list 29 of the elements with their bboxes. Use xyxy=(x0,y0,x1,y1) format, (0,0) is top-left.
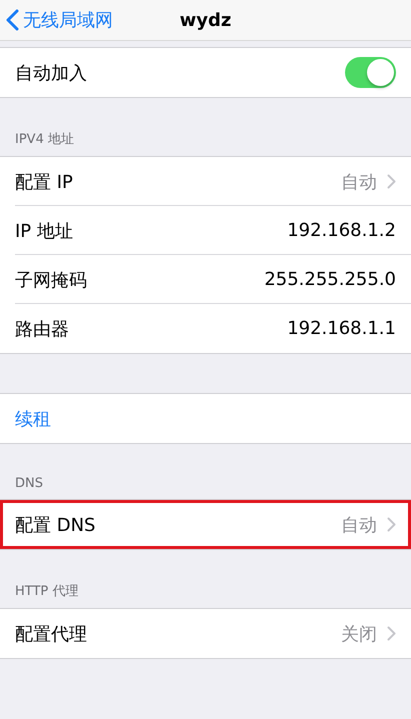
settings-row[interactable]: 配置代理 关闭 xyxy=(0,609,411,658)
row-value: 192.168.1.2 xyxy=(287,220,396,241)
settings-row[interactable]: 自动加入 xyxy=(0,48,411,97)
row-value: 自动 xyxy=(341,170,377,194)
row-value: 自动 xyxy=(341,514,377,536)
section-header: IPV4 地址 xyxy=(14,131,75,149)
section-header: HTTP 代理 xyxy=(14,583,80,601)
toggle-switch[interactable] xyxy=(345,57,396,88)
back-icon xyxy=(6,9,19,31)
row-value: 255.255.255.0 xyxy=(264,269,396,290)
section-header: DNS xyxy=(14,475,44,493)
chevron-icon xyxy=(387,517,396,532)
settings-row[interactable]: 续租 xyxy=(0,394,411,443)
row-label: 路由器 xyxy=(15,318,70,340)
row-label: 配置 IP xyxy=(15,170,74,194)
row-label: 子网掩码 xyxy=(15,268,88,292)
row-label: 自动加入 xyxy=(15,62,88,84)
row-label: 配置 DNS xyxy=(15,514,96,536)
row-value: 192.168.1.1 xyxy=(287,318,396,339)
highlighted-settings-row[interactable]: 配置 DNS 自动 xyxy=(0,500,411,549)
row-value: 关闭 xyxy=(341,622,377,646)
row-label: 配置代理 xyxy=(15,622,88,646)
chevron-icon xyxy=(387,174,396,189)
page-title: wydz xyxy=(180,10,232,30)
action-link[interactable]: 续租 xyxy=(15,406,396,430)
back-button[interactable]: 无线局域网 xyxy=(0,8,113,32)
chevron-icon xyxy=(387,626,396,641)
row-label: IP 地址 xyxy=(15,220,74,242)
settings-row[interactable]: 配置 IP 自动 xyxy=(0,157,411,206)
